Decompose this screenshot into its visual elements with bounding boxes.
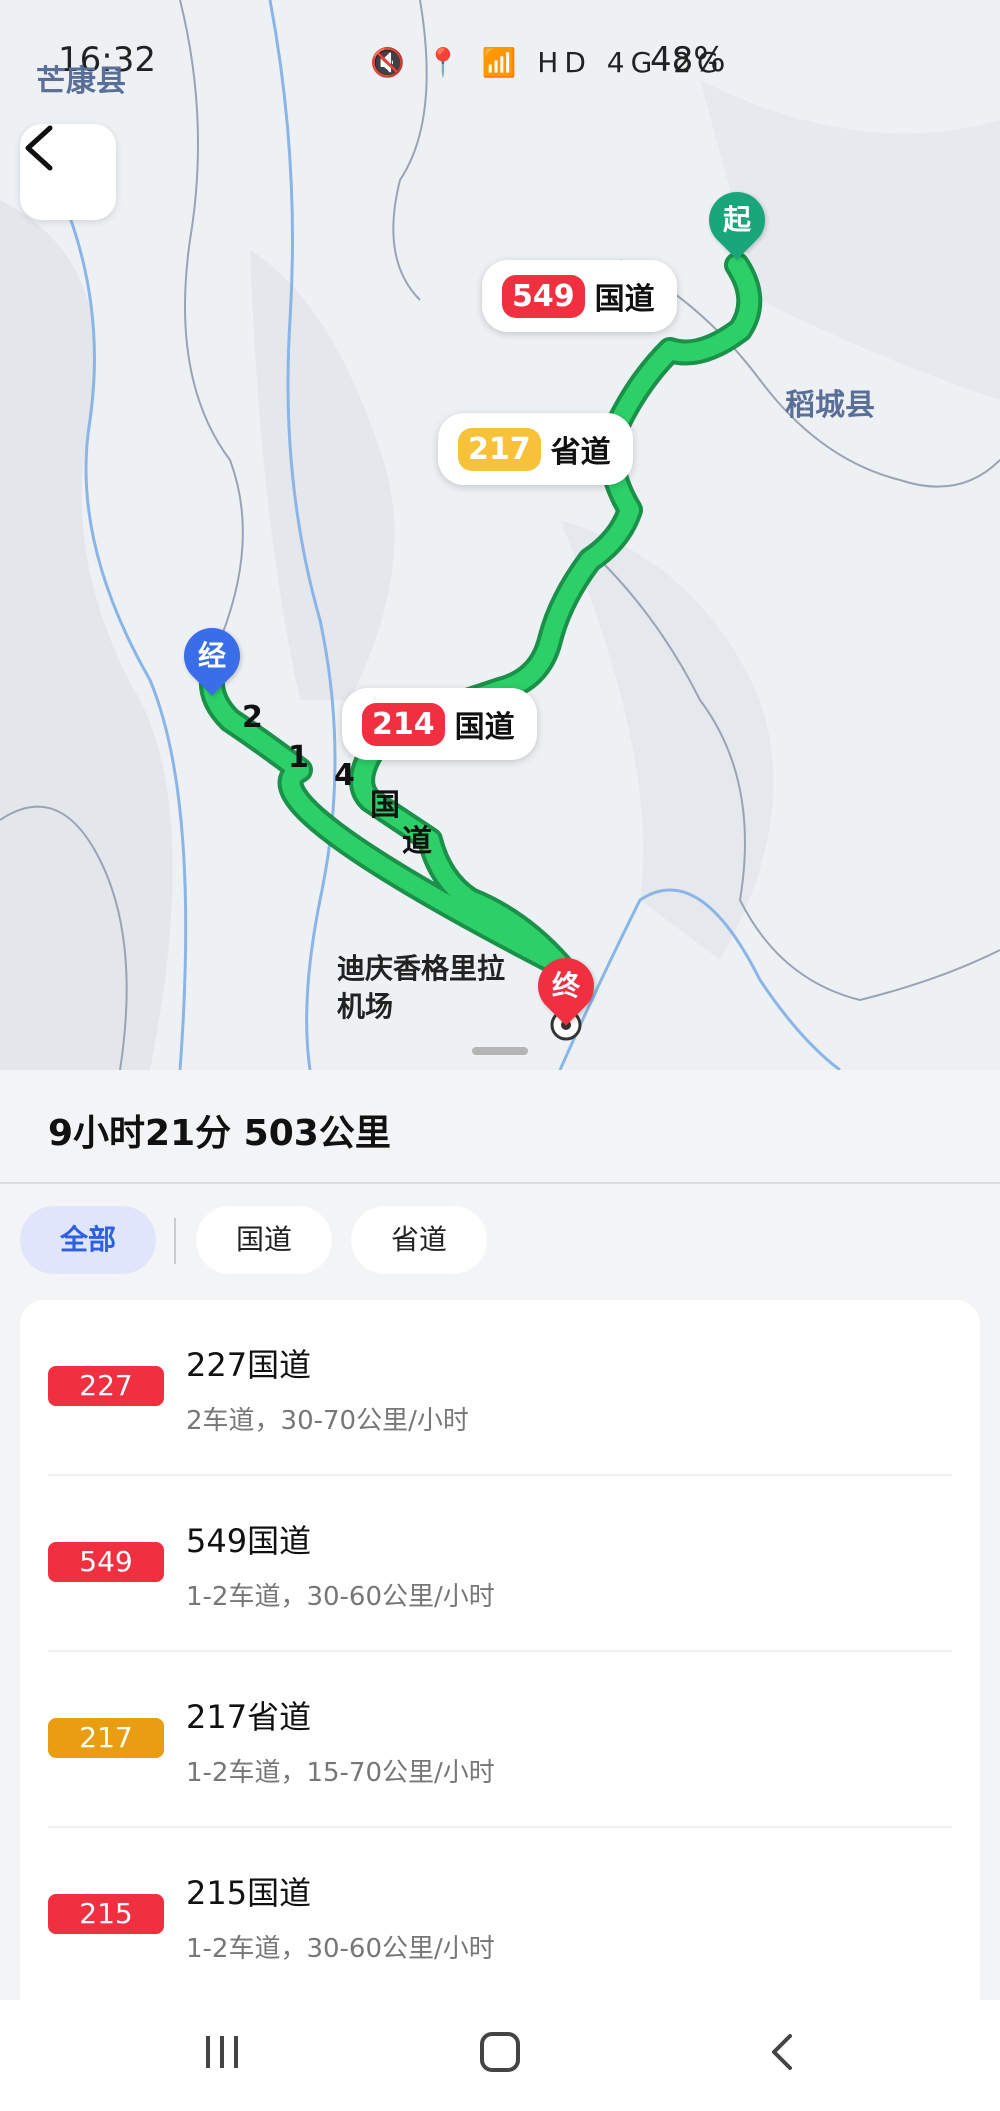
route-map[interactable]: 16:32 🔇 📍 📶 HD 4G 2G 48% 芒康县 稻城县 549 国道 …	[0, 0, 1000, 1070]
system-back-icon[interactable]	[760, 2030, 804, 2074]
road-title: 549国道	[186, 1522, 312, 1560]
road-badge: 217	[48, 1718, 164, 1758]
back-button[interactable]	[20, 124, 116, 220]
status-bar: 16:32 🔇 📍 📶 HD 4G 2G 48%	[0, 40, 1000, 90]
start-marker-label: 起	[722, 203, 751, 236]
route-label-char: 道	[402, 824, 432, 859]
road-badge: 549	[48, 1542, 164, 1582]
road-number-badge: 549	[502, 274, 585, 318]
road-type-label: 国道	[454, 710, 515, 745]
route-label-char: 1	[288, 740, 309, 775]
system-nav-bar	[0, 2000, 1000, 2111]
route-label-char: 2	[242, 700, 263, 735]
chevron-left-icon	[25, 125, 53, 171]
home-icon[interactable]	[478, 2030, 522, 2074]
list-item[interactable]: 217 217省道 1-2车道，15-70公里/小时	[20, 1652, 980, 1828]
road-number-badge: 214	[362, 702, 445, 746]
duration-distance: 9小时21分 503公里	[48, 1113, 391, 1154]
filter-all[interactable]: 全部	[20, 1206, 156, 1274]
airport-label: 迪庆香格里拉 机场	[337, 950, 505, 1026]
county-label-left: 芒康县	[36, 64, 126, 99]
road-type-label: 国道	[594, 282, 655, 317]
road-type-label: 省道	[550, 435, 611, 470]
road-badge: 215	[48, 1894, 164, 1934]
list-item[interactable]: 215 215国道 1-2车道，30-60公里/小时	[20, 1828, 980, 2004]
road-list: 227 227国道 2车道，30-70公里/小时 549 549国道 1-2车道…	[20, 1300, 980, 2000]
filter-divider	[174, 1218, 176, 1264]
road-bubble-214[interactable]: 214 国道	[342, 688, 537, 760]
county-label-right: 稻城县	[785, 388, 875, 423]
battery-level: 48%	[650, 40, 726, 80]
road-subtitle: 1-2车道，15-70公里/小时	[186, 1758, 495, 1788]
road-subtitle: 2车道，30-70公里/小时	[186, 1406, 469, 1436]
road-subtitle: 1-2车道，30-60公里/小时	[186, 1934, 495, 1964]
via-marker[interactable]: 经	[172, 616, 252, 696]
filter-national-road[interactable]: 国道	[196, 1206, 332, 1274]
start-marker[interactable]: 起	[697, 180, 777, 260]
airport-name-line1: 迪庆香格里拉	[337, 952, 506, 985]
end-marker[interactable]: 终	[526, 946, 606, 1026]
road-bubble-549[interactable]: 549 国道	[482, 260, 677, 332]
drag-handle[interactable]	[472, 1047, 528, 1055]
airport-name-line2: 机场	[337, 990, 394, 1023]
road-title: 227国道	[186, 1346, 312, 1384]
road-number-badge: 217	[458, 427, 541, 471]
road-title: 217省道	[186, 1698, 312, 1736]
road-badge: 227	[48, 1366, 164, 1406]
road-subtitle: 1-2车道，30-60公里/小时	[186, 1582, 495, 1612]
filter-provincial-road[interactable]: 省道	[351, 1206, 487, 1274]
list-item[interactable]: 549 549国道 1-2车道，30-60公里/小时	[20, 1476, 980, 1652]
recent-apps-icon[interactable]	[200, 2030, 244, 2074]
route-label-char: 国	[370, 788, 400, 823]
route-label-char: 4	[334, 758, 355, 793]
route-summary: 9小时21分 503公里	[0, 1070, 1000, 1182]
map-canvas[interactable]	[0, 0, 1000, 1070]
list-item[interactable]: 227 227国道 2车道，30-70公里/小时	[20, 1300, 980, 1476]
road-title: 215国道	[186, 1874, 312, 1912]
road-bubble-217[interactable]: 217 省道	[438, 413, 633, 485]
end-marker-label: 终	[551, 969, 580, 1002]
filter-bar: 全部 国道 省道	[0, 1184, 1000, 1300]
via-marker-label: 经	[197, 639, 226, 672]
